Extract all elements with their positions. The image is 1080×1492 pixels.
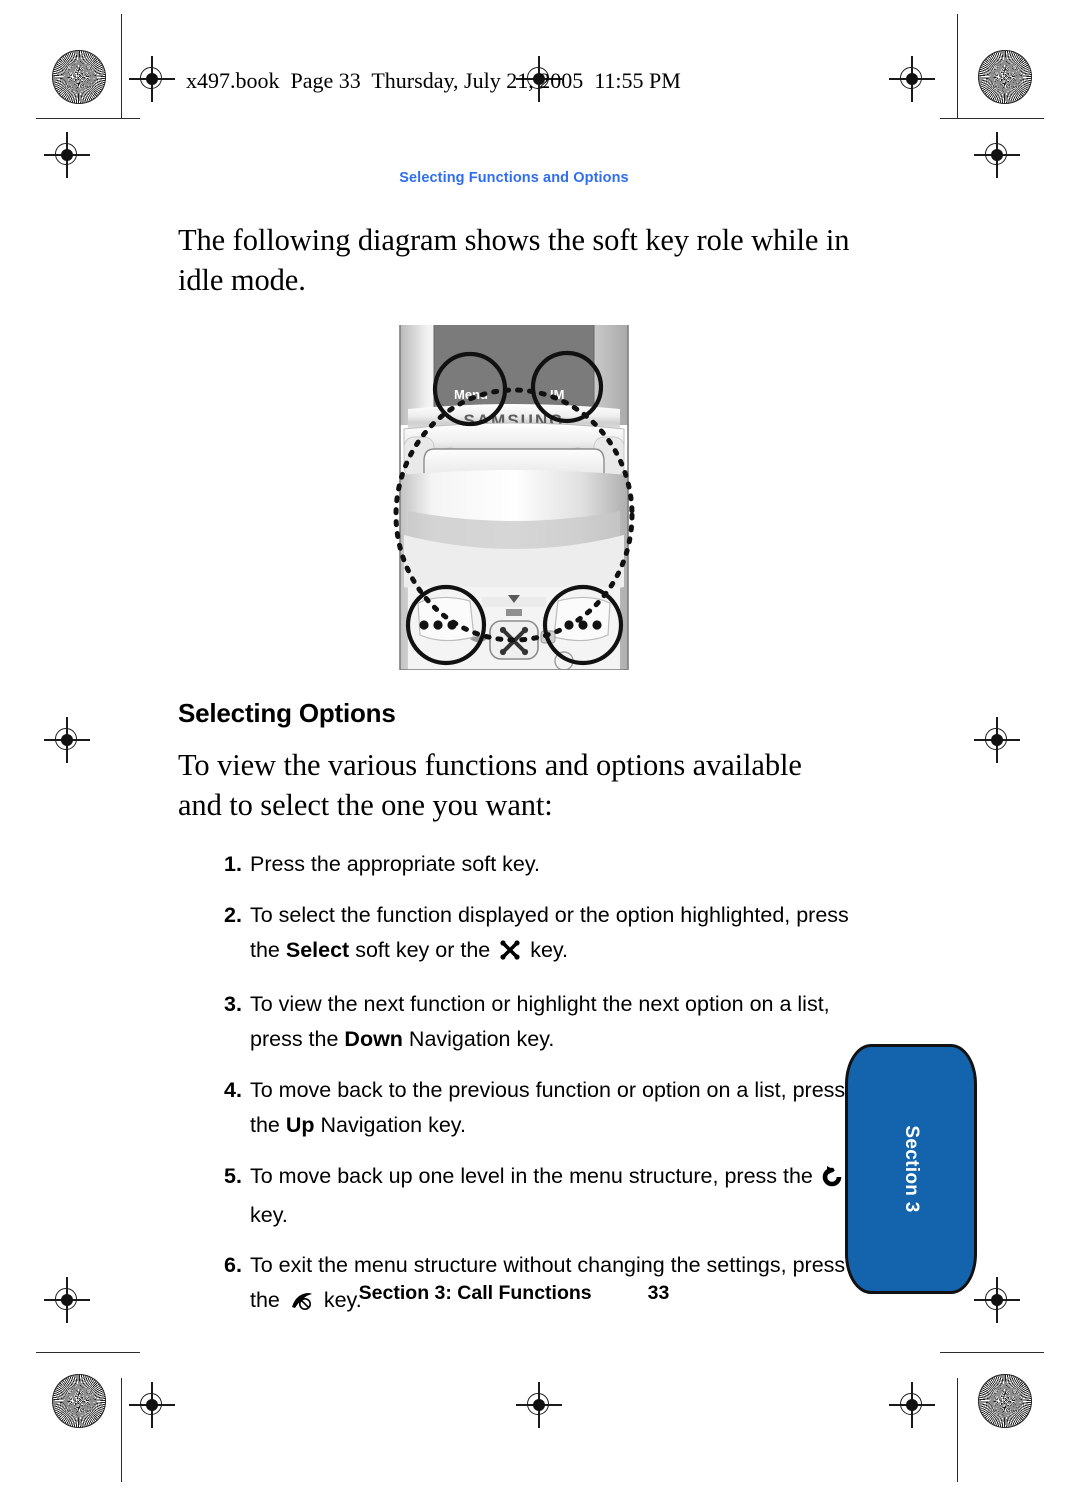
registration-target-right-middle bbox=[974, 717, 1020, 763]
page-section-heading: Selecting Options bbox=[178, 697, 396, 728]
step-emphasis: Select bbox=[285, 937, 350, 962]
registration-target-bottom-center bbox=[516, 1382, 562, 1428]
step-item: 1. Press the appropriate soft key. bbox=[178, 847, 850, 882]
ok-select-key-icon bbox=[499, 937, 521, 972]
registration-rosette-bottom-right bbox=[978, 1374, 1032, 1428]
running-header: Selecting Functions and Options bbox=[399, 170, 629, 186]
step-number: 5. bbox=[224, 1163, 242, 1188]
page-footer: Section 3: Call Functions 33 bbox=[178, 1282, 850, 1305]
steps-list: 1. Press the appropriate soft key. 2. To se… bbox=[178, 847, 850, 1322]
crop-line-bottom-left-horizontal bbox=[36, 1352, 140, 1354]
registration-rosette-bottom-left bbox=[52, 1374, 106, 1428]
intro-paragraph: The following diagram shows the soft key… bbox=[178, 223, 850, 298]
step-item: 5. To move back up one level in the menu … bbox=[178, 1159, 850, 1233]
right-softkey-dots-icon bbox=[564, 619, 602, 630]
step-number: 4. bbox=[224, 1078, 242, 1103]
registration-target-left-upper bbox=[44, 132, 90, 178]
section-side-tab-label: Section 3 bbox=[901, 1125, 922, 1213]
step-item: 3. To view the next function or highlight… bbox=[178, 987, 850, 1057]
crop-line-bottom-right-horizontal bbox=[940, 1352, 1044, 1354]
registration-target-right-upper bbox=[974, 132, 1020, 178]
step-text: To move back to the previous function or… bbox=[250, 1078, 846, 1137]
document-header-line: x497.book Page 33 Thursday, July 21, 200… bbox=[186, 68, 681, 93]
step-text: To select the function displayed or the … bbox=[250, 903, 849, 962]
step-number: 3. bbox=[224, 992, 242, 1017]
section-side-tab: Section 3 bbox=[845, 1044, 977, 1294]
registration-target-bottom-left bbox=[129, 1382, 175, 1428]
page-content: Selecting Functions and Options The foll… bbox=[178, 170, 850, 1338]
registration-target-left-middle bbox=[44, 717, 90, 763]
registration-rosette-top-left bbox=[52, 50, 106, 104]
back-key-icon bbox=[822, 1163, 842, 1198]
crop-line-top-right-horizontal bbox=[940, 118, 1044, 120]
crop-line-right-vertical bbox=[957, 14, 959, 118]
crop-line-left-vertical-bottom bbox=[121, 1378, 123, 1482]
step-item: 2. To select the function displayed or th… bbox=[178, 898, 850, 972]
crop-line-top-left-horizontal bbox=[36, 118, 140, 120]
step-text: Press the appropriate soft key. bbox=[250, 852, 540, 876]
registration-target-left-lower bbox=[44, 1277, 90, 1323]
phone-diagram: Menu IM SAMSUNG bbox=[178, 324, 850, 670]
step-number: 6. bbox=[224, 1253, 242, 1278]
crop-line-right-vertical-bottom bbox=[957, 1378, 959, 1482]
step-number: 2. bbox=[224, 902, 242, 927]
step-emphasis: Down bbox=[344, 1027, 403, 1052]
footer-page-number: 33 bbox=[647, 1282, 670, 1304]
left-softkey-dots-icon bbox=[419, 619, 457, 630]
registration-target-top-left bbox=[129, 56, 175, 102]
registration-target-bottom-right bbox=[889, 1382, 935, 1428]
step-number: 1. bbox=[224, 852, 242, 876]
registration-rosette-top-right bbox=[978, 50, 1032, 104]
step-text: To move back up one level in the menu st… bbox=[250, 1164, 845, 1227]
footer-section-title: Section 3: Call Functions bbox=[358, 1282, 592, 1304]
step-emphasis: Up bbox=[285, 1112, 315, 1137]
registration-target-top-right bbox=[889, 56, 935, 102]
phone-illustration: Menu IM SAMSUNG bbox=[393, 324, 635, 670]
section-intro-paragraph: To view the various functions and option… bbox=[178, 747, 802, 822]
step-item: 4. To move back to the previous function … bbox=[178, 1073, 850, 1143]
crop-line-left-vertical bbox=[121, 14, 123, 118]
step-text: To view the next function or highlight t… bbox=[250, 992, 830, 1052]
registration-target-right-lower bbox=[974, 1277, 1020, 1323]
